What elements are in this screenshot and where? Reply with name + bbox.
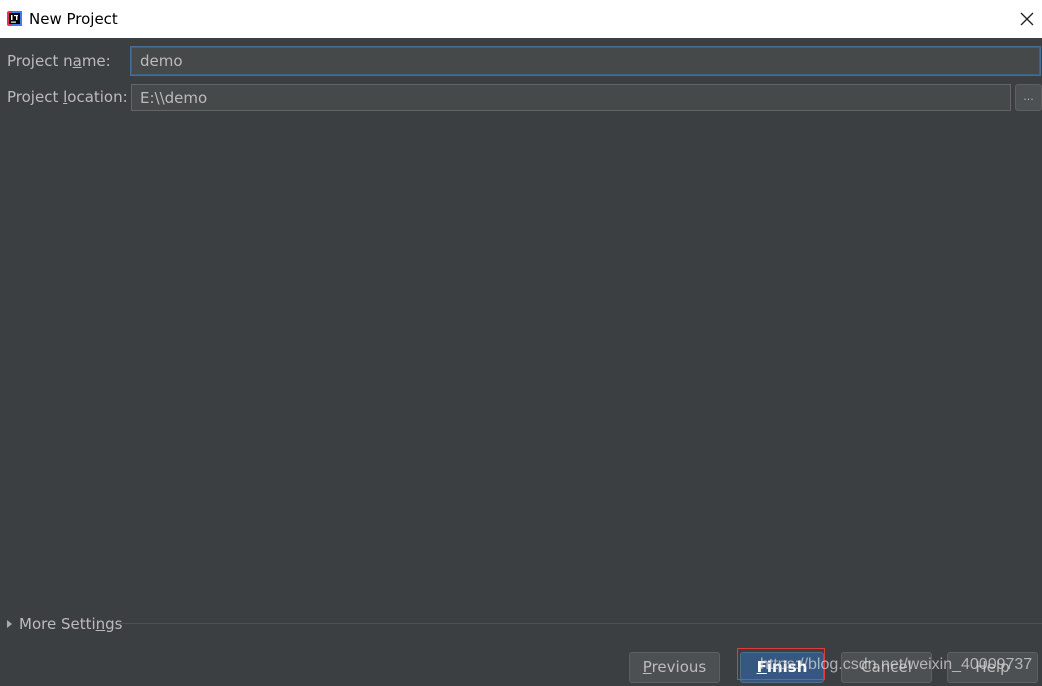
previous-button[interactable]: Previous [629,652,720,683]
more-settings-toggle[interactable]: More Settings [7,614,123,634]
finish-button[interactable]: Finish [740,652,824,683]
title-bar: New Project [0,0,1042,38]
intellij-idea-icon [7,11,22,26]
close-button[interactable] [1016,0,1042,38]
close-icon [1020,12,1034,26]
project-name-input[interactable] [131,47,1040,75]
project-name-label: Project name: [7,52,111,70]
project-location-label: Project location: [7,88,128,106]
project-location-input[interactable] [131,84,1011,111]
divider [119,623,1042,624]
more-settings-label: More Settings [19,615,123,633]
cancel-button[interactable]: Cancel [841,652,932,683]
help-button[interactable]: Help [947,652,1038,683]
window-title: New Project [29,10,118,28]
browse-button[interactable]: ... [1015,84,1042,111]
expand-triangle-icon [7,620,12,628]
